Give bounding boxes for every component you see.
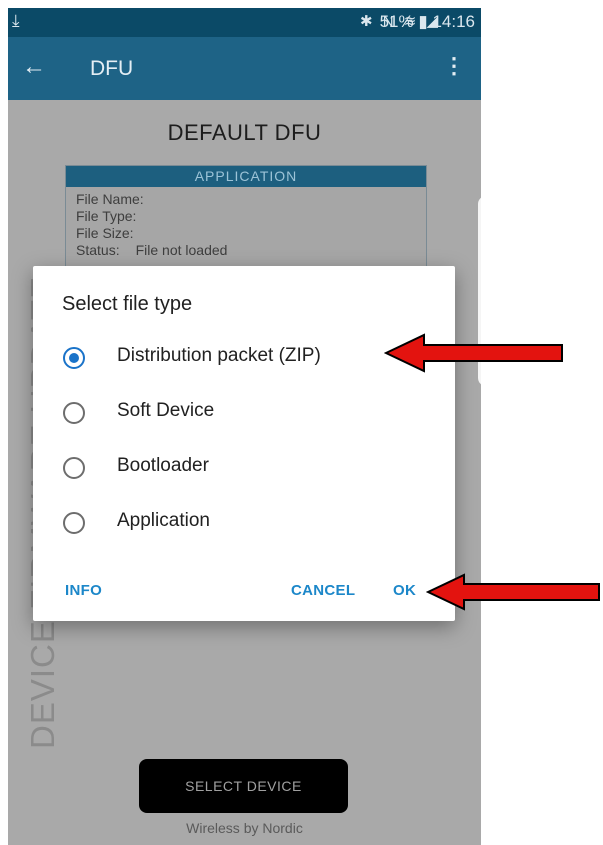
status-bar: ⤓ ✱ N ≋ ◢ 51% ▮ 14:16: [8, 8, 481, 37]
page-heading: DEFAULT DFU: [167, 120, 322, 145]
back-arrow-icon[interactable]: ←: [22, 53, 46, 81]
file-name-row: File Name:: [76, 191, 144, 207]
option-distribution-packet[interactable]: Distribution packet (ZIP): [63, 339, 433, 379]
battery-level: 51%: [379, 12, 414, 31]
radio-selected-icon[interactable]: [63, 347, 85, 369]
select-device-button[interactable]: SELECT DEVICE: [139, 759, 348, 813]
status-time: 51% ▮ 14:16: [380, 12, 475, 32]
cancel-button[interactable]: CANCEL: [291, 582, 355, 599]
option-label: Application: [117, 510, 210, 531]
more-vert-icon[interactable]: ⋮: [443, 53, 465, 79]
info-button[interactable]: INFO: [65, 582, 102, 599]
option-soft-device[interactable]: Soft Device: [63, 394, 433, 434]
option-label: Distribution packet (ZIP): [117, 345, 321, 366]
file-type-row: File Type:: [76, 208, 137, 224]
status-row: Status: File not loaded: [76, 242, 228, 258]
ok-button[interactable]: OK: [393, 582, 416, 599]
panel-header: APPLICATION: [66, 166, 426, 187]
battery-icon: ▮: [418, 12, 428, 31]
footer-text: Wireless by Nordic: [186, 820, 303, 836]
red-arrow-ok-icon: [426, 573, 600, 611]
file-size-row: File Size:: [76, 225, 134, 241]
option-label: Bootloader: [117, 455, 209, 476]
radio-unselected-icon[interactable]: [63, 402, 85, 424]
option-bootloader[interactable]: Bootloader: [63, 449, 433, 489]
app-toolbar: ← DFU ⋮: [8, 37, 481, 100]
red-arrow-zip-icon: [384, 333, 563, 373]
dialog-title: Select file type: [62, 293, 193, 315]
select-file-type-dialog: Select file type Distribution packet (ZI…: [33, 266, 455, 621]
toolbar-title: DFU: [90, 57, 134, 80]
radio-unselected-icon[interactable]: [63, 457, 85, 479]
option-application[interactable]: Application: [63, 504, 433, 544]
clock: 14:16: [432, 12, 475, 31]
radio-unselected-icon[interactable]: [63, 512, 85, 534]
download-icon: ⤓: [12, 11, 20, 30]
option-label: Soft Device: [117, 400, 215, 421]
